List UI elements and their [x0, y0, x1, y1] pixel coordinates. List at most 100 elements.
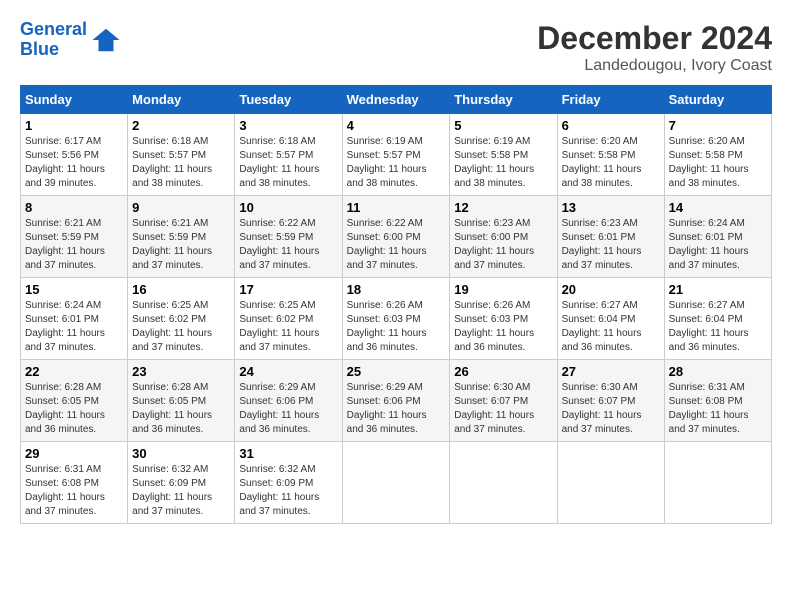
col-monday: Monday	[128, 86, 235, 114]
day-info: Sunrise: 6:20 AMSunset: 5:58 PMDaylight:…	[562, 135, 660, 191]
day-number: 24	[239, 364, 337, 379]
day-info: Sunrise: 6:27 AMSunset: 6:04 PMDaylight:…	[669, 299, 767, 355]
day-info: Sunrise: 6:27 AMSunset: 6:04 PMDaylight:…	[562, 299, 660, 355]
day-info: Sunrise: 6:20 AMSunset: 5:58 PMDaylight:…	[669, 135, 767, 191]
day-info: Sunrise: 6:25 AMSunset: 6:02 PMDaylight:…	[132, 299, 230, 355]
day-info: Sunrise: 6:29 AMSunset: 6:06 PMDaylight:…	[239, 381, 337, 437]
day-number: 7	[669, 118, 767, 133]
day-number: 14	[669, 200, 767, 215]
day-info: Sunrise: 6:19 AMSunset: 5:58 PMDaylight:…	[454, 135, 552, 191]
table-row: 19 Sunrise: 6:26 AMSunset: 6:03 PMDaylig…	[450, 278, 557, 360]
day-info: Sunrise: 6:18 AMSunset: 5:57 PMDaylight:…	[239, 135, 337, 191]
day-number: 15	[25, 282, 123, 297]
day-info: Sunrise: 6:22 AMSunset: 6:00 PMDaylight:…	[347, 217, 446, 273]
day-number: 21	[669, 282, 767, 297]
day-number: 18	[347, 282, 446, 297]
logo-icon	[91, 25, 121, 55]
day-number: 3	[239, 118, 337, 133]
day-number: 19	[454, 282, 552, 297]
day-info: Sunrise: 6:26 AMSunset: 6:03 PMDaylight:…	[454, 299, 552, 355]
day-info: Sunrise: 6:28 AMSunset: 6:05 PMDaylight:…	[25, 381, 123, 437]
table-row	[450, 442, 557, 524]
table-row: 6 Sunrise: 6:20 AMSunset: 5:58 PMDayligh…	[557, 114, 664, 196]
day-number: 10	[239, 200, 337, 215]
table-row: 10 Sunrise: 6:22 AMSunset: 5:59 PMDaylig…	[235, 196, 342, 278]
table-row: 26 Sunrise: 6:30 AMSunset: 6:07 PMDaylig…	[450, 360, 557, 442]
table-row: 14 Sunrise: 6:24 AMSunset: 6:01 PMDaylig…	[664, 196, 771, 278]
day-info: Sunrise: 6:32 AMSunset: 6:09 PMDaylight:…	[132, 463, 230, 519]
table-row: 27 Sunrise: 6:30 AMSunset: 6:07 PMDaylig…	[557, 360, 664, 442]
table-row: 17 Sunrise: 6:25 AMSunset: 6:02 PMDaylig…	[235, 278, 342, 360]
day-info: Sunrise: 6:31 AMSunset: 6:08 PMDaylight:…	[669, 381, 767, 437]
col-saturday: Saturday	[664, 86, 771, 114]
table-row: 31 Sunrise: 6:32 AMSunset: 6:09 PMDaylig…	[235, 442, 342, 524]
day-info: Sunrise: 6:30 AMSunset: 6:07 PMDaylight:…	[454, 381, 552, 437]
table-row: 15 Sunrise: 6:24 AMSunset: 6:01 PMDaylig…	[21, 278, 128, 360]
table-row: 5 Sunrise: 6:19 AMSunset: 5:58 PMDayligh…	[450, 114, 557, 196]
day-info: Sunrise: 6:28 AMSunset: 6:05 PMDaylight:…	[132, 381, 230, 437]
table-row: 7 Sunrise: 6:20 AMSunset: 5:58 PMDayligh…	[664, 114, 771, 196]
title-block: December 2024 Landedougou, Ivory Coast	[537, 20, 772, 75]
table-row: 4 Sunrise: 6:19 AMSunset: 5:57 PMDayligh…	[342, 114, 450, 196]
day-info: Sunrise: 6:30 AMSunset: 6:07 PMDaylight:…	[562, 381, 660, 437]
col-friday: Friday	[557, 86, 664, 114]
table-row: 23 Sunrise: 6:28 AMSunset: 6:05 PMDaylig…	[128, 360, 235, 442]
day-info: Sunrise: 6:29 AMSunset: 6:06 PMDaylight:…	[347, 381, 446, 437]
calendar-table: Sunday Monday Tuesday Wednesday Thursday…	[20, 85, 772, 524]
table-row: 13 Sunrise: 6:23 AMSunset: 6:01 PMDaylig…	[557, 196, 664, 278]
day-number: 27	[562, 364, 660, 379]
day-number: 23	[132, 364, 230, 379]
table-row: 25 Sunrise: 6:29 AMSunset: 6:06 PMDaylig…	[342, 360, 450, 442]
table-row: 1 Sunrise: 6:17 AMSunset: 5:56 PMDayligh…	[21, 114, 128, 196]
day-info: Sunrise: 6:23 AMSunset: 6:01 PMDaylight:…	[562, 217, 660, 273]
table-row: 12 Sunrise: 6:23 AMSunset: 6:00 PMDaylig…	[450, 196, 557, 278]
day-number: 4	[347, 118, 446, 133]
calendar-week-row: 1 Sunrise: 6:17 AMSunset: 5:56 PMDayligh…	[21, 114, 772, 196]
day-number: 30	[132, 446, 230, 461]
day-number: 16	[132, 282, 230, 297]
day-number: 12	[454, 200, 552, 215]
table-row: 28 Sunrise: 6:31 AMSunset: 6:08 PMDaylig…	[664, 360, 771, 442]
day-number: 6	[562, 118, 660, 133]
logo-text: GeneralBlue	[20, 20, 87, 60]
calendar-week-row: 22 Sunrise: 6:28 AMSunset: 6:05 PMDaylig…	[21, 360, 772, 442]
day-info: Sunrise: 6:31 AMSunset: 6:08 PMDaylight:…	[25, 463, 123, 519]
col-wednesday: Wednesday	[342, 86, 450, 114]
table-row: 30 Sunrise: 6:32 AMSunset: 6:09 PMDaylig…	[128, 442, 235, 524]
day-number: 29	[25, 446, 123, 461]
day-number: 17	[239, 282, 337, 297]
day-number: 13	[562, 200, 660, 215]
day-info: Sunrise: 6:18 AMSunset: 5:57 PMDaylight:…	[132, 135, 230, 191]
col-thursday: Thursday	[450, 86, 557, 114]
table-row	[342, 442, 450, 524]
day-info: Sunrise: 6:21 AMSunset: 5:59 PMDaylight:…	[25, 217, 123, 273]
calendar-week-row: 29 Sunrise: 6:31 AMSunset: 6:08 PMDaylig…	[21, 442, 772, 524]
table-row: 24 Sunrise: 6:29 AMSunset: 6:06 PMDaylig…	[235, 360, 342, 442]
day-number: 8	[25, 200, 123, 215]
day-number: 9	[132, 200, 230, 215]
table-row: 3 Sunrise: 6:18 AMSunset: 5:57 PMDayligh…	[235, 114, 342, 196]
calendar-week-row: 15 Sunrise: 6:24 AMSunset: 6:01 PMDaylig…	[21, 278, 772, 360]
day-info: Sunrise: 6:19 AMSunset: 5:57 PMDaylight:…	[347, 135, 446, 191]
table-row: 18 Sunrise: 6:26 AMSunset: 6:03 PMDaylig…	[342, 278, 450, 360]
day-info: Sunrise: 6:24 AMSunset: 6:01 PMDaylight:…	[25, 299, 123, 355]
col-tuesday: Tuesday	[235, 86, 342, 114]
table-row: 29 Sunrise: 6:31 AMSunset: 6:08 PMDaylig…	[21, 442, 128, 524]
day-info: Sunrise: 6:32 AMSunset: 6:09 PMDaylight:…	[239, 463, 337, 519]
day-number: 20	[562, 282, 660, 297]
table-row: 22 Sunrise: 6:28 AMSunset: 6:05 PMDaylig…	[21, 360, 128, 442]
table-row	[664, 442, 771, 524]
day-info: Sunrise: 6:21 AMSunset: 5:59 PMDaylight:…	[132, 217, 230, 273]
day-info: Sunrise: 6:26 AMSunset: 6:03 PMDaylight:…	[347, 299, 446, 355]
day-number: 1	[25, 118, 123, 133]
day-number: 5	[454, 118, 552, 133]
day-number: 11	[347, 200, 446, 215]
table-row: 8 Sunrise: 6:21 AMSunset: 5:59 PMDayligh…	[21, 196, 128, 278]
table-row	[557, 442, 664, 524]
day-info: Sunrise: 6:24 AMSunset: 6:01 PMDaylight:…	[669, 217, 767, 273]
table-row: 20 Sunrise: 6:27 AMSunset: 6:04 PMDaylig…	[557, 278, 664, 360]
day-number: 26	[454, 364, 552, 379]
page-header: GeneralBlue December 2024 Landedougou, I…	[20, 20, 772, 75]
table-row: 21 Sunrise: 6:27 AMSunset: 6:04 PMDaylig…	[664, 278, 771, 360]
logo: GeneralBlue	[20, 20, 121, 60]
